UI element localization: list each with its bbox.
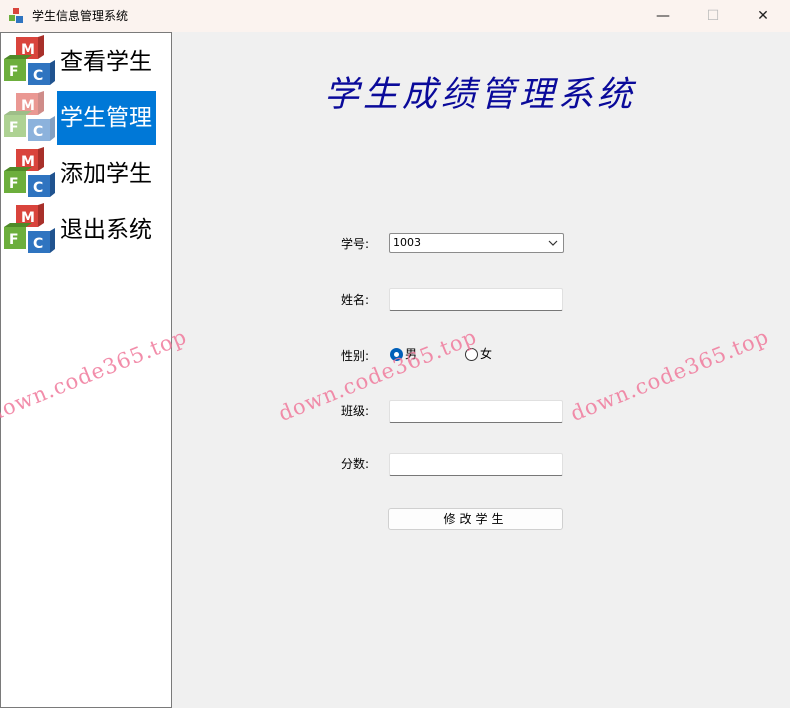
mfc-cube-icon: M F C	[4, 203, 55, 253]
title-bar: 学生信息管理系统 — ☐ ✕	[0, 0, 790, 32]
mfc-cube-icon: M F C	[4, 91, 55, 141]
student-id-label: 学号:	[341, 237, 370, 251]
svg-text:C: C	[33, 180, 43, 196]
class-input[interactable]	[389, 400, 563, 423]
sidebar-item-label: 退出系统	[60, 217, 152, 243]
watermark: down.code365.top	[567, 324, 773, 426]
sidebar-item-add-student[interactable]: M F C 添加学生	[1, 145, 171, 201]
svg-text:F: F	[9, 120, 19, 136]
name-input[interactable]	[389, 288, 563, 311]
svg-text:F: F	[9, 176, 19, 192]
window-title: 学生信息管理系统	[32, 9, 129, 23]
maximize-button[interactable]: ☐	[690, 0, 736, 32]
chevron-down-icon	[548, 240, 558, 246]
minimize-button[interactable]: —	[640, 0, 686, 32]
svg-text:C: C	[33, 124, 43, 140]
page-title: 学生成绩管理系统	[324, 75, 637, 115]
score-label: 分数:	[341, 457, 370, 471]
sidebar-item-manage-students[interactable]: M F C 学生管理	[1, 89, 171, 145]
sidebar-item-exit[interactable]: M F C 退出系统	[1, 201, 171, 257]
mfc-cube-icon: M F C	[4, 35, 55, 85]
class-label: 班级:	[341, 404, 370, 418]
svg-text:C: C	[33, 236, 43, 252]
student-id-select[interactable]: 1003	[389, 233, 564, 253]
close-button[interactable]: ✕	[740, 0, 786, 32]
svg-text:F: F	[9, 64, 19, 80]
modify-student-button[interactable]: 修改学生	[388, 508, 563, 530]
score-input[interactable]	[389, 453, 563, 476]
app-icon	[9, 8, 23, 23]
sidebar-item-label: 学生管理	[57, 91, 156, 145]
gender-label: 性别:	[341, 349, 370, 363]
sidebar-item-label: 添加学生	[60, 161, 152, 187]
mfc-cube-icon: M F C	[4, 147, 55, 197]
name-label: 姓名:	[341, 293, 370, 307]
sidebar-item-view-students[interactable]: M F C 查看学生	[1, 33, 171, 89]
svg-text:F: F	[9, 232, 19, 248]
student-id-value: 1003	[393, 236, 421, 249]
sidebar-item-label: 查看学生	[60, 49, 152, 75]
svg-text:C: C	[33, 68, 43, 84]
gender-female-label: 女	[480, 347, 493, 361]
